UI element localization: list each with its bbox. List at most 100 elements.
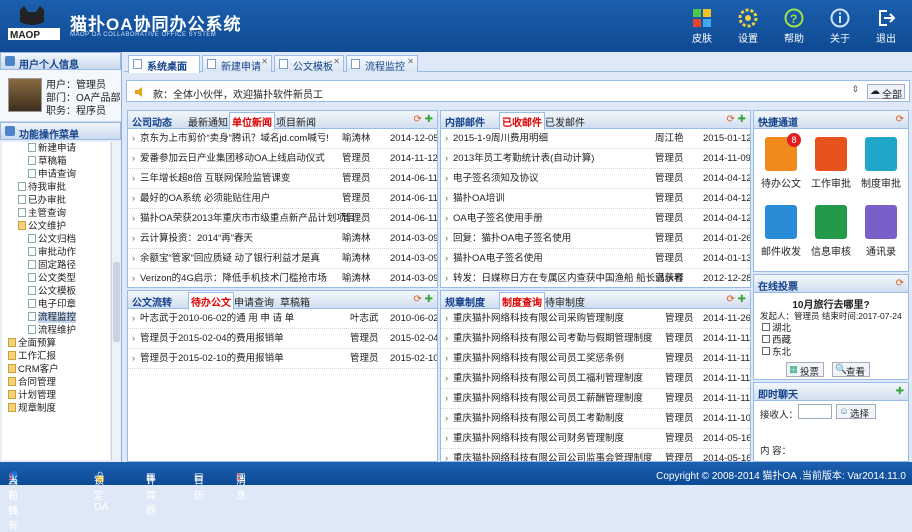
tab-rules-query[interactable]: 制度查询 (499, 292, 545, 310)
menu-panel-header[interactable]: 功能操作菜单 (0, 122, 121, 141)
tab-doc-template[interactable]: 公文模板 ✕ (274, 55, 344, 73)
item-title[interactable]: 最好的OA系统 必须能贴住用户 (140, 189, 270, 209)
item-title[interactable]: 猫扑OA培训 (453, 189, 505, 209)
menu-item[interactable]: CRM客户 (2, 363, 110, 376)
shortcut-item[interactable]: 通讯录 (858, 205, 904, 258)
menu-item[interactable]: 计划管理 (2, 389, 110, 402)
menu-item[interactable]: 审批动作 (2, 246, 110, 259)
skin-button[interactable]: 皮肤 (682, 8, 722, 45)
tab-received-mail[interactable]: 已收邮件 (499, 112, 545, 130)
list-item[interactable]: 转发：日媒称日方在专属区内查获中国渔船 船长已获释满示者 2012-12-28 (441, 269, 750, 287)
menu-scrollbar-thumb[interactable] (113, 262, 120, 342)
view-button[interactable]: 🔍 查看 (832, 362, 870, 378)
close-icon[interactable]: ✕ (333, 57, 340, 66)
list-item[interactable]: 回复：猫扑OA电子签名使用 管理员 2014-01-26 (441, 229, 750, 249)
list-item[interactable]: 重庆猫扑网络科技有限公司公司监事会管理制度 管理员 2014-05-16 (441, 449, 750, 461)
tab-drafts[interactable]: 草稿箱 (280, 294, 310, 309)
item-title[interactable]: 叶志武于2010-06-02的通 用 申 请 单 (140, 309, 294, 329)
list-item[interactable]: 重庆猫扑网络科技有限公司员工福利管理制度 管理员 2014-11-11 (441, 369, 750, 389)
tab-rules[interactable]: 规章制度 (445, 294, 485, 309)
menu-item[interactable]: 工作汇报 (2, 350, 110, 363)
tab-new-request[interactable]: 新建申请 ✕ (202, 55, 272, 73)
list-item[interactable]: 重庆猫扑网络科技有限公司考勤与假期管理制度 管理员 2014-11-11 (441, 329, 750, 349)
tab-pending-doc[interactable]: 待办公文 (188, 292, 234, 310)
menu-item[interactable]: 电子印章 (2, 298, 110, 311)
menu-item[interactable]: 待我审批 (2, 181, 110, 194)
list-item[interactable]: 2013年员工考勤统计表(自动计算) 管理员 2014-11-09 (441, 149, 750, 169)
list-item[interactable]: 云计算投资：2014“再”春天 喻涛林 2014-03-09 (128, 229, 437, 249)
close-icon[interactable]: ✕ (261, 57, 268, 66)
list-item[interactable]: 重庆猫扑网络科技有限公司员工薪酬管理制度 管理员 2014-11-11 (441, 389, 750, 409)
list-item[interactable]: Verizon的4G启示：降低手机技术门槛抢市场 喻涛林 2014-03-09 (128, 269, 437, 287)
item-title[interactable]: 猫扑OA荣获2013年重庆市市级重点新产品计划项目 (140, 209, 355, 229)
item-title[interactable]: 余额宝“管家”回应质疑 动了银行利益才是真 (140, 249, 320, 269)
menu-item[interactable]: 流程监控 (2, 311, 110, 324)
vote-button[interactable]: ▦ 投票 (786, 362, 824, 378)
menu-item[interactable]: 已办审批 (2, 194, 110, 207)
list-item[interactable]: 重庆猫扑网络科技有限公司员工奖惩条例 管理员 2014-11-11 (441, 349, 750, 369)
list-item[interactable]: 余额宝“管家”回应质疑 动了银行利益才是真 喻涛林 2014-03-09 (128, 249, 437, 269)
menu-item[interactable]: 公文类型 (2, 272, 110, 285)
list-item[interactable]: 管理员于2015-02-10的费用报销单 管理员 2015-02-10 (128, 349, 437, 369)
list-item[interactable]: 重庆猫扑网络科技有限公司员工考勤制度 管理员 2014-11-10 (441, 409, 750, 429)
tab-doc-flow[interactable]: 公文流转 (132, 294, 172, 309)
item-title[interactable]: 2015-1-9周川费用明细 (453, 129, 548, 149)
shortcut-item[interactable]: 邮件收发 (758, 205, 804, 258)
menu-item[interactable]: 合同管理 (2, 376, 110, 389)
menu-item[interactable]: 草稿箱 (2, 155, 110, 168)
notice-scroll-icon[interactable]: ⇕ (851, 84, 859, 95)
menu-item[interactable]: 主管查询 (2, 207, 110, 220)
settings-button[interactable]: 设置 (728, 8, 768, 45)
panel-ops[interactable]: ✚ (896, 386, 904, 397)
panel-ops[interactable]: ⟳ ✚ (726, 294, 746, 305)
shortcut-item[interactable]: 8 待办公文 (758, 133, 804, 190)
item-title[interactable]: 爱番参加云日产业集团移动OA上线启动仪式 (140, 149, 325, 169)
list-item[interactable]: 最好的OA系统 必须能贴住用户 管理员 2014-06-11 (128, 189, 437, 209)
item-title[interactable]: 云计算投资：2014“再”春天 (140, 229, 253, 249)
list-item[interactable]: 管理员于2015-02-04的费用报销单 管理员 2015-02-04 (128, 329, 437, 349)
menu-item[interactable]: 申请查询 (2, 168, 110, 181)
list-item[interactable]: 猫扑OA电子签名使用 管理员 2014-01-13 (441, 249, 750, 269)
item-title[interactable]: 重庆猫扑网络科技有限公司员工福利管理制度 (453, 369, 643, 389)
vote-option[interactable]: 湖北 (762, 323, 791, 335)
item-title[interactable]: 重庆猫扑网络科技有限公司员工薪酬管理制度 (453, 389, 643, 409)
tab-project-news[interactable]: 项目新闻 (276, 114, 316, 129)
shortcut-item[interactable]: 制度审批 (858, 137, 904, 190)
item-title[interactable]: 重庆猫扑网络科技有限公司员工考勤制度 (453, 409, 624, 429)
menu-item[interactable]: 规章制度 (2, 402, 110, 415)
menu-item[interactable]: 公文维护 (2, 220, 110, 233)
list-item[interactable]: 猫扑OA荣获2013年重庆市市级重点新产品计划项目管理员 2014-06-11 (128, 209, 437, 229)
tab-latest-notice[interactable]: 最新通知 (188, 114, 228, 129)
about-button[interactable]: 关于 (820, 8, 860, 45)
tab-request-query[interactable]: 申请查询 (234, 294, 274, 309)
list-item[interactable]: 叶志武于2010-06-02的通 用 申 请 单 叶志武 2010-06-02 (128, 309, 437, 329)
menu-item[interactable]: 固定路径 (2, 259, 110, 272)
list-item[interactable]: 重庆猫扑网络科技有限公司财务管理制度 管理员 2014-05-16 (441, 429, 750, 449)
tab-unit-news[interactable]: 单位新闻 (229, 112, 275, 130)
list-item[interactable]: OA电子签名使用手册 管理员 2014-04-12 (441, 209, 750, 229)
list-item[interactable]: 重庆猫扑网络科技有限公司采购管理制度 管理员 2014-11-26 (441, 309, 750, 329)
item-title[interactable]: 2013年员工考勤统计表(自动计算) (453, 149, 594, 169)
item-title[interactable]: 京东为上市剪价“卖身”腾讯？域名jd.com喊亏! (140, 129, 329, 149)
item-title[interactable]: 三年增长超8倍 互联网保险监管课变 (140, 169, 290, 189)
item-title[interactable]: 管理员于2015-02-10的费用报销单 (140, 349, 284, 369)
list-item[interactable]: 电子签名须知及协议 管理员 2014-04-12 (441, 169, 750, 189)
panel-ops[interactable]: ⟳ ✚ (413, 294, 433, 305)
list-item[interactable]: 三年增长超8倍 互联网保险监管课变 管理员 2014-06-11 (128, 169, 437, 189)
panel-ops[interactable]: ⟳ (896, 114, 904, 125)
list-item[interactable]: 2015-1-9周川费用明细 周江艳 2015-01-12 (441, 129, 750, 149)
exit-button[interactable]: 退出 (866, 8, 906, 45)
panel-ops[interactable]: ⟳ ✚ (726, 114, 746, 125)
vote-option[interactable]: 东北 (762, 347, 791, 359)
tab-company-news[interactable]: 公司动态 (132, 114, 172, 129)
all-button[interactable]: ☁ 全部 (867, 84, 905, 101)
menu-item[interactable]: 流程维护 (2, 324, 110, 337)
help-button[interactable]: ? 帮助 (774, 8, 814, 45)
item-title[interactable]: 重庆猫扑网络科技有限公司采购管理制度 (453, 309, 624, 329)
menu-item[interactable]: 全面预算 (2, 337, 110, 350)
receiver-input[interactable] (798, 404, 832, 419)
list-item[interactable]: 爱番参加云日产业集团移动OA上线启动仪式 管理员 2014-11-12 (128, 149, 437, 169)
item-title[interactable]: Verizon的4G启示：降低手机技术门槛抢市场 (140, 269, 327, 287)
item-title[interactable]: OA电子签名使用手册 (453, 209, 543, 229)
item-title[interactable]: 电子签名须知及协议 (453, 169, 539, 189)
